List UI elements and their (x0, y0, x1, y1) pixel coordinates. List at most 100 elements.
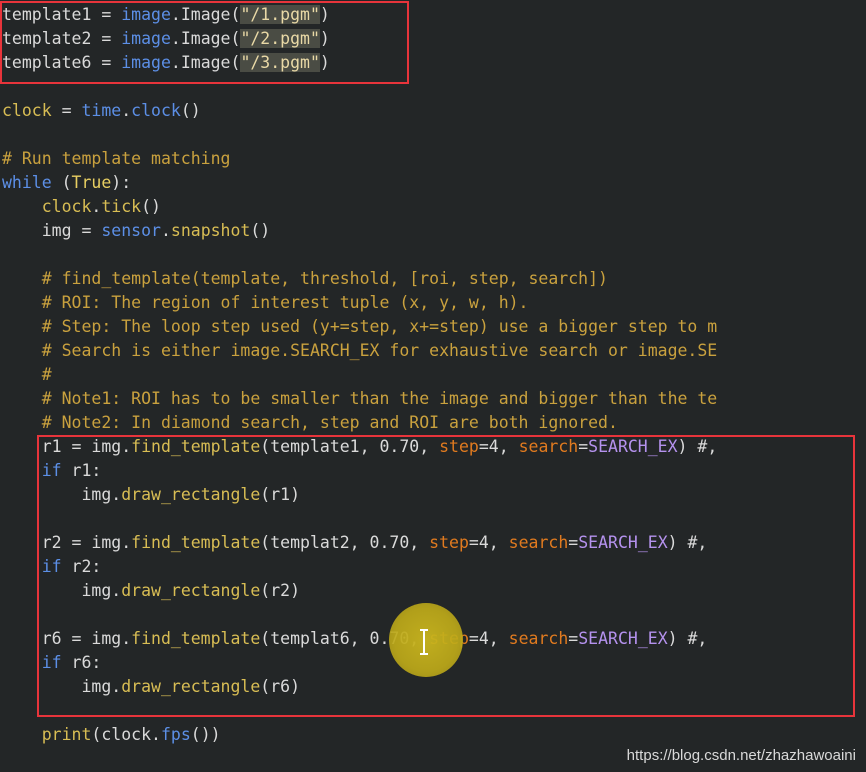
code-line[interactable]: img.draw_rectangle(r1) (2, 483, 300, 507)
code-token: print (41, 725, 92, 744)
code-line[interactable]: clock.tick() (2, 195, 161, 219)
code-token: r1 = img. (2, 437, 132, 456)
code-token: find_template (131, 437, 261, 456)
code-token: find_template (131, 629, 261, 648)
code-token: img. (2, 581, 122, 600)
code-line[interactable]: if r2: (2, 555, 102, 579)
code-line[interactable]: template1 = image.Image("/1.pgm") (2, 3, 330, 27)
code-line[interactable]: # Step: The loop step used (y+=step, x+=… (2, 315, 718, 339)
code-token: if (41, 653, 62, 672)
code-line[interactable]: img = sensor.snapshot() (2, 219, 271, 243)
code-token: r2 = img. (2, 533, 132, 552)
code-token: . (121, 101, 132, 120)
code-token: # Step: The loop step used (y+=step, x+=… (2, 317, 718, 336)
code-line[interactable]: if r1: (2, 459, 102, 483)
code-token: SEARCH_EX (588, 437, 678, 456)
code-token: img = (2, 221, 102, 240)
code-token: snapshot (170, 221, 251, 240)
text-cursor-icon (420, 629, 428, 655)
code-token: ( (51, 173, 72, 192)
code-line[interactable]: # (2, 363, 52, 387)
code-token: r6: (61, 653, 102, 672)
code-token: draw_rectangle (121, 677, 261, 696)
code-token: True (71, 173, 112, 192)
code-token: time (81, 101, 122, 120)
code-token: clock (131, 101, 181, 120)
code-token: "/3.pgm" (240, 53, 320, 72)
code-token: if (41, 557, 62, 576)
code-token: () (250, 221, 271, 240)
code-line[interactable]: while (True): (2, 171, 131, 195)
code-token: = (568, 533, 579, 552)
code-line[interactable]: img.draw_rectangle(r2) (2, 579, 300, 603)
code-token: while (2, 173, 52, 192)
code-token: . (91, 197, 102, 216)
code-token: ) #, (667, 533, 708, 552)
code-line[interactable]: r6 = img.find_template(templat6, 0.70, s… (2, 627, 708, 651)
code-token: = (568, 629, 579, 648)
code-token: ) (319, 5, 330, 24)
code-token: # (2, 365, 52, 384)
code-token: search (518, 437, 579, 456)
code-token: .Image( (170, 29, 241, 48)
code-token: ): (111, 173, 132, 192)
code-token: ) (319, 53, 330, 72)
code-token: (templat2, 0.70, (260, 533, 430, 552)
code-token: sensor (101, 221, 161, 240)
code-token: ()) (190, 725, 221, 744)
code-line[interactable]: # find_template(template, threshold, [ro… (2, 267, 608, 291)
code-line[interactable]: # Run template matching (2, 147, 230, 171)
code-token: step (439, 437, 479, 456)
code-line[interactable]: print(clock.fps()) (2, 723, 221, 747)
code-line[interactable]: if r6: (2, 651, 102, 675)
code-line[interactable]: clock = time.clock() (2, 99, 201, 123)
code-token: # Search is either image.SEARCH_EX for e… (2, 341, 718, 360)
code-token: template1 = (2, 5, 122, 24)
code-token: image (121, 5, 171, 24)
code-token: if (41, 461, 62, 480)
code-token: image (121, 29, 171, 48)
code-line[interactable]: # Note1: ROI has to be smaller than the … (2, 387, 718, 411)
code-token: () (180, 101, 201, 120)
code-token: img. (2, 485, 122, 504)
code-token: (template1, 0.70, (260, 437, 440, 456)
code-token: # ROI: The region of interest tuple (x, … (2, 293, 529, 312)
code-token: clock (2, 197, 92, 216)
code-line[interactable]: img.draw_rectangle(r6) (2, 675, 300, 699)
code-line[interactable]: # ROI: The region of interest tuple (x, … (2, 291, 529, 315)
code-token: # Note2: In diamond search, step and ROI… (2, 413, 618, 432)
code-token: clock (2, 101, 52, 120)
code-token: =4, (478, 437, 519, 456)
code-token: .Image( (170, 53, 241, 72)
code-token: tick (101, 197, 142, 216)
code-token: "/2.pgm" (240, 29, 320, 48)
code-token: =4, (468, 533, 509, 552)
code-token: r6 = img. (2, 629, 132, 648)
code-token: (r1) (260, 485, 301, 504)
watermark: https://blog.csdn.net/zhazhawoaini (626, 747, 856, 764)
code-line[interactable]: r1 = img.find_template(template1, 0.70, … (2, 435, 718, 459)
code-token: image (121, 53, 171, 72)
code-line[interactable]: r2 = img.find_template(templat2, 0.70, s… (2, 531, 708, 555)
code-token: template6 = (2, 53, 122, 72)
code-token: ) (319, 29, 330, 48)
code-token: step (429, 533, 469, 552)
code-token: (r2) (260, 581, 301, 600)
code-token: SEARCH_EX (578, 629, 668, 648)
code-line[interactable]: template2 = image.Image("/2.pgm") (2, 27, 330, 51)
code-token: = (578, 437, 589, 456)
code-line[interactable]: # Search is either image.SEARCH_EX for e… (2, 339, 718, 363)
code-line[interactable]: template6 = image.Image("/3.pgm") (2, 51, 330, 75)
code-token: draw_rectangle (121, 581, 261, 600)
code-token: # Note1: ROI has to be smaller than the … (2, 389, 718, 408)
code-line[interactable]: # Note2: In diamond search, step and ROI… (2, 411, 618, 435)
code-token: search (508, 629, 569, 648)
code-token: fps (160, 725, 191, 744)
code-token: () (141, 197, 161, 216)
code-token: # Run template matching (2, 149, 231, 168)
code-token: r1: (61, 461, 102, 480)
code-token: (clock. (91, 725, 161, 744)
code-token: ) #, (667, 629, 708, 648)
